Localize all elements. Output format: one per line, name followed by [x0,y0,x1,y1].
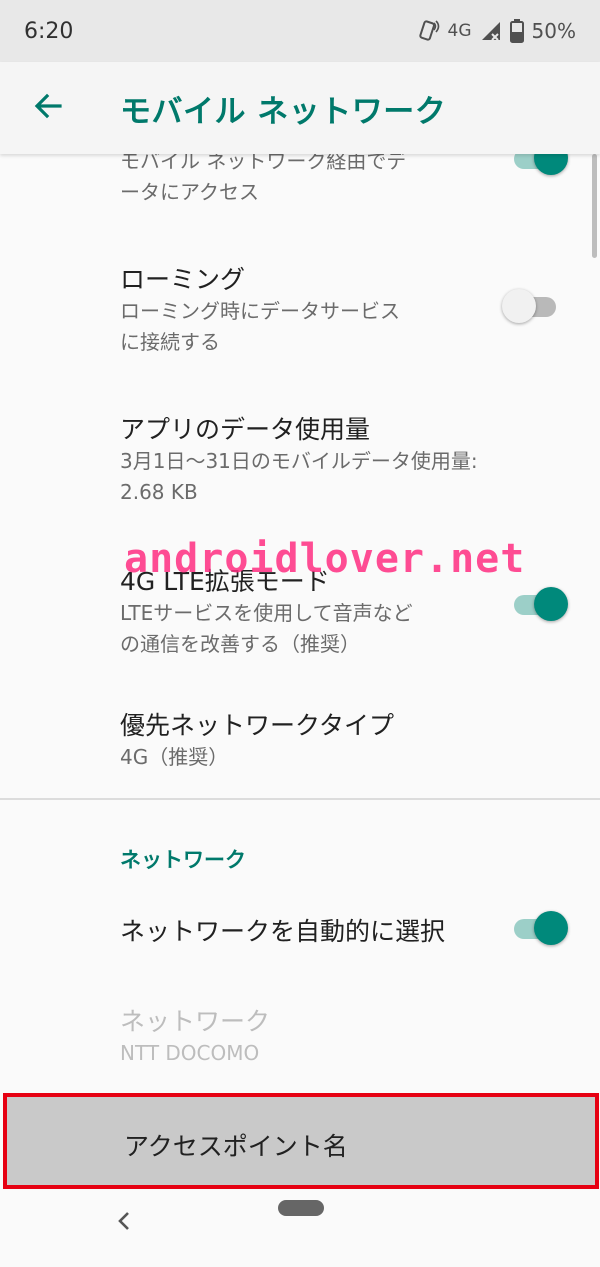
network-section-header: ネットワーク [120,848,246,872]
lte-enhanced-toggle[interactable] [512,582,572,628]
auto-select-network-row[interactable]: ネットワークを自動的に選択 [0,902,600,962]
auto-select-network-toggle[interactable] [512,906,572,952]
status-bar: 6:20 4G 50% [0,0,600,62]
battery-percent: 50% [531,19,576,43]
network-row: ネットワーク NTT DOCOMO [0,1002,600,1082]
settings-list[interactable]: モバイル ネットワーク経由でデ ータにアクセス ローミング ローミング時にデータ… [0,154,600,1190]
preferred-network-subtitle: 4G（推奨） [120,745,229,769]
preferred-network-row[interactable]: 優先ネットワークタイプ 4G（推奨） [0,702,600,782]
network-title: ネットワーク [120,1007,271,1036]
auto-select-network-title: ネットワークを自動的に選択 [120,917,446,946]
navigation-bar [0,1190,600,1267]
nav-back-button[interactable] [112,1208,136,1238]
roaming-title: ローミング [120,265,246,294]
chevron-left-icon [117,1210,131,1236]
signal-icon [480,20,502,42]
watermark: androidlover.net [124,536,526,582]
arrow-back-icon [32,90,64,126]
network-type-label: 4G [447,21,472,41]
page-title: モバイル ネットワーク [120,93,447,130]
lte-enhanced-subtitle: LTEサービスを使用して音声など の通信を改善する（推奨） [120,601,413,656]
app-data-usage-subtitle: 3月1日～31日のモバイルデータ使用量: 2.68 KB [120,449,478,504]
battery-icon [509,19,524,43]
roaming-toggle[interactable] [502,284,562,330]
vibrate-icon [416,19,440,43]
mobile-data-toggle[interactable] [512,154,572,182]
status-icons: 4G 50% [416,19,576,43]
network-subtitle: NTT DOCOMO [120,1041,260,1065]
home-pill[interactable] [278,1200,324,1216]
section-divider [0,798,600,800]
status-time: 6:20 [24,18,74,44]
app-data-usage-row[interactable]: アプリのデータ使用量 3月1日～31日のモバイルデータ使用量: 2.68 KB [0,406,600,506]
access-point-names-title: アクセスポイント名 [124,1132,348,1161]
preferred-network-title: 優先ネットワークタイプ [120,711,395,740]
roaming-row[interactable]: ローミング ローミング時にデータサービス に接続する [0,254,600,354]
back-button[interactable] [0,62,96,154]
app-data-usage-title: アプリのデータ使用量 [120,415,371,444]
mobile-data-subtitle: モバイル ネットワーク経由でデ ータにアクセス [120,154,407,204]
app-bar: モバイル ネットワーク [0,62,600,154]
mobile-data-row[interactable]: モバイル ネットワーク経由でデ ータにアクセス [0,154,600,214]
roaming-subtitle: ローミング時にデータサービス に接続する [120,299,400,354]
access-point-names-row[interactable]: アクセスポイント名 [3,1093,599,1189]
